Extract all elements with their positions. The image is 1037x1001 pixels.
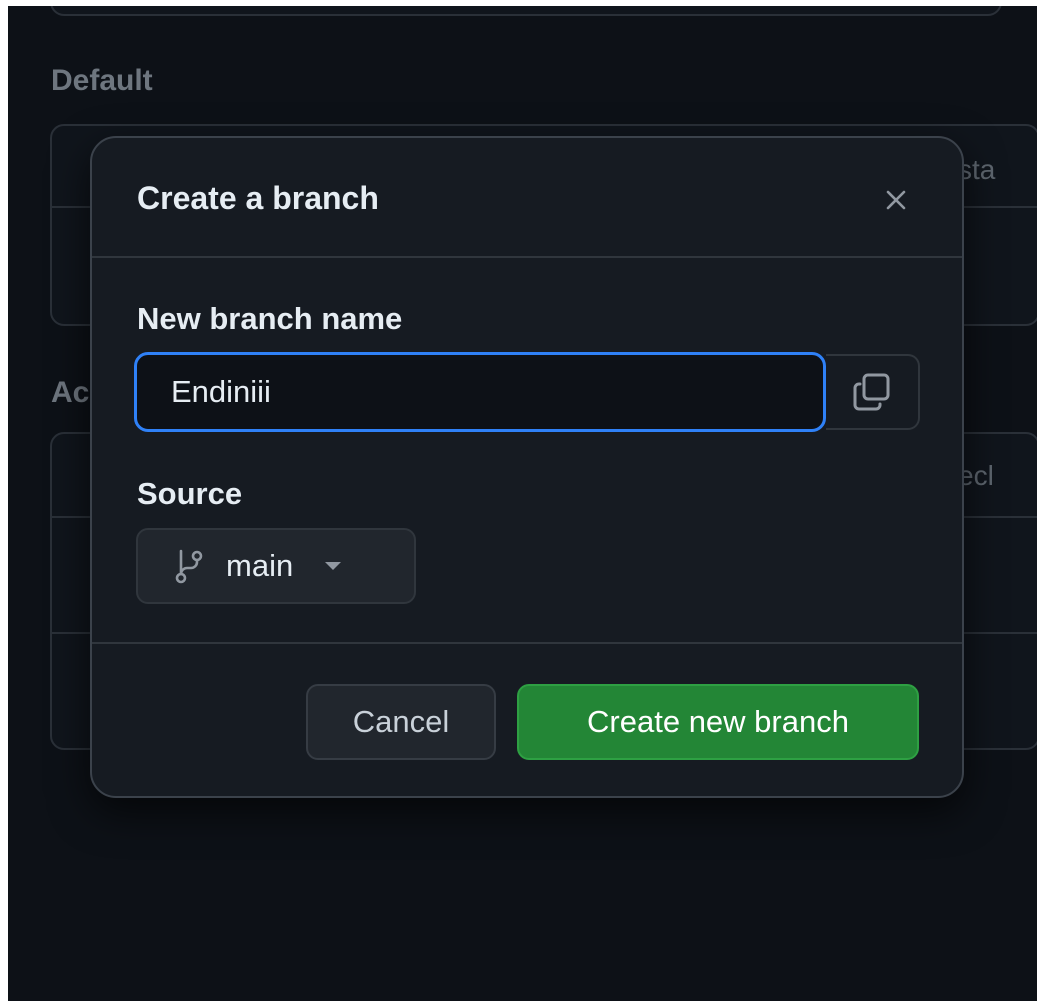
dialog-footer: Cancel Create new branch — [92, 642, 962, 796]
screen: Default sta Ac ecl Create a branch New b… — [8, 6, 1037, 1001]
dialog-title: Create a branch — [137, 180, 379, 216]
create-new-branch-button[interactable]: Create new branch — [517, 684, 919, 760]
section-heading-default: Default — [51, 64, 153, 97]
caret-down-icon — [323, 560, 343, 572]
copy-button[interactable] — [826, 354, 920, 430]
create-branch-dialog: Create a branch New branch name Source — [90, 136, 964, 798]
close-button[interactable] — [878, 182, 914, 218]
branch-name-input-wrapper — [134, 352, 826, 432]
background-card-top — [50, 6, 1002, 16]
close-icon — [886, 190, 906, 210]
copy-icon — [853, 373, 890, 411]
source-branch-select[interactable]: main — [136, 528, 416, 604]
section-heading-active: Ac — [51, 376, 90, 409]
source-branch-label: main — [226, 548, 294, 583]
cancel-button[interactable]: Cancel — [306, 684, 496, 760]
branch-name-label: New branch name — [137, 301, 403, 336]
branch-name-input[interactable] — [137, 355, 823, 429]
source-label: Source — [137, 476, 243, 511]
dialog-header: Create a branch — [92, 138, 962, 258]
git-branch-icon — [174, 548, 204, 584]
